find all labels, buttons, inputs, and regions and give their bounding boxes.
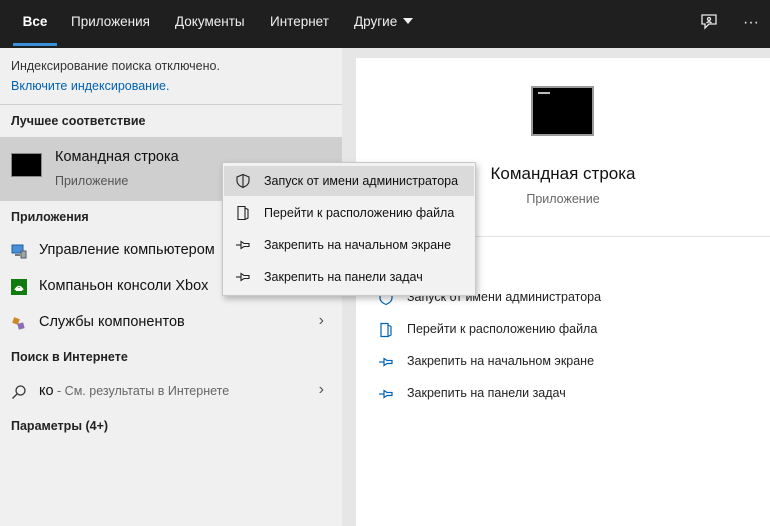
menu-item-label: Закрепить на начальном экране	[264, 238, 452, 252]
enable-indexing-link[interactable]: Включите индексирование.	[11, 79, 169, 93]
menu-item-label: Запуск от имени администратора	[264, 174, 459, 188]
more-options-icon[interactable]: ···	[740, 12, 762, 34]
settings-heading[interactable]: Параметры (4+)	[11, 419, 108, 433]
list-item-label: Управление компьютером	[39, 242, 215, 258]
menu-item-run-as-admin[interactable]: Запуск от имени администратора	[224, 166, 474, 196]
command-prompt-icon	[11, 153, 42, 177]
xbox-icon	[11, 279, 27, 295]
action-label: Закрепить на панели задач	[407, 386, 566, 400]
pin-icon	[235, 269, 251, 285]
file-location-icon	[235, 205, 251, 221]
tab-more-label: Другие	[354, 14, 398, 29]
chevron-right-icon[interactable]: ›	[319, 381, 324, 399]
menu-item-pin-start[interactable]: Закрепить на начальном экране	[224, 230, 474, 260]
action-label: Закрепить на начальном экране	[407, 354, 595, 368]
tab-documents[interactable]: Документы	[175, 0, 245, 48]
menu-item-label: Перейти к расположению файла	[264, 206, 455, 220]
list-item-component-services[interactable]: Службы компонентов ›	[0, 306, 342, 340]
action-label: Перейти к расположению файла	[407, 322, 598, 336]
chevron-right-icon[interactable]: ›	[319, 312, 324, 330]
search-tabs-bar: Все Приложения Документы Интернет Другие…	[0, 0, 770, 48]
best-match-heading: Лучшее соответствие	[11, 114, 146, 128]
best-match-subtitle: Приложение	[55, 174, 129, 188]
search-icon	[11, 384, 27, 400]
indexing-notice: Индексирование поиска отключено.	[11, 59, 220, 73]
web-search-suffix: - См. результаты в Интернете	[53, 384, 230, 398]
list-item-label: Службы компонентов	[39, 314, 185, 330]
feedback-icon[interactable]	[698, 12, 720, 34]
divider	[0, 104, 342, 105]
component-services-icon	[11, 315, 27, 331]
computer-management-icon	[11, 243, 27, 259]
context-menu: Запуск от имени администратора Перейти к…	[222, 162, 476, 296]
file-location-icon	[378, 322, 394, 338]
best-match-title: Командная строка	[55, 149, 179, 165]
shield-icon	[235, 173, 251, 189]
pin-icon	[235, 237, 251, 253]
chevron-down-icon	[403, 18, 414, 25]
tab-web[interactable]: Интернет	[270, 0, 329, 48]
web-search-item[interactable]: ко - См. результаты в Интернете ›	[0, 375, 342, 409]
apps-heading: Приложения	[11, 210, 89, 224]
pin-icon	[378, 386, 394, 402]
tab-all[interactable]: Все	[13, 0, 57, 48]
web-search-heading: Поиск в Интернете	[11, 350, 128, 364]
pin-icon	[378, 354, 394, 370]
command-prompt-icon	[531, 86, 594, 136]
menu-item-label: Закрепить на панели задач	[264, 270, 423, 284]
web-search-query: ко	[39, 383, 54, 399]
list-item-label: Компаньон консоли Xbox	[39, 278, 209, 294]
tab-more[interactable]: Другие	[354, 0, 414, 48]
menu-item-open-file-location[interactable]: Перейти к расположению файла	[224, 198, 474, 228]
web-search-text: ко - См. результаты в Интернете	[39, 383, 229, 399]
menu-item-pin-taskbar[interactable]: Закрепить на панели задач	[224, 262, 474, 292]
tab-apps[interactable]: Приложения	[71, 0, 150, 48]
